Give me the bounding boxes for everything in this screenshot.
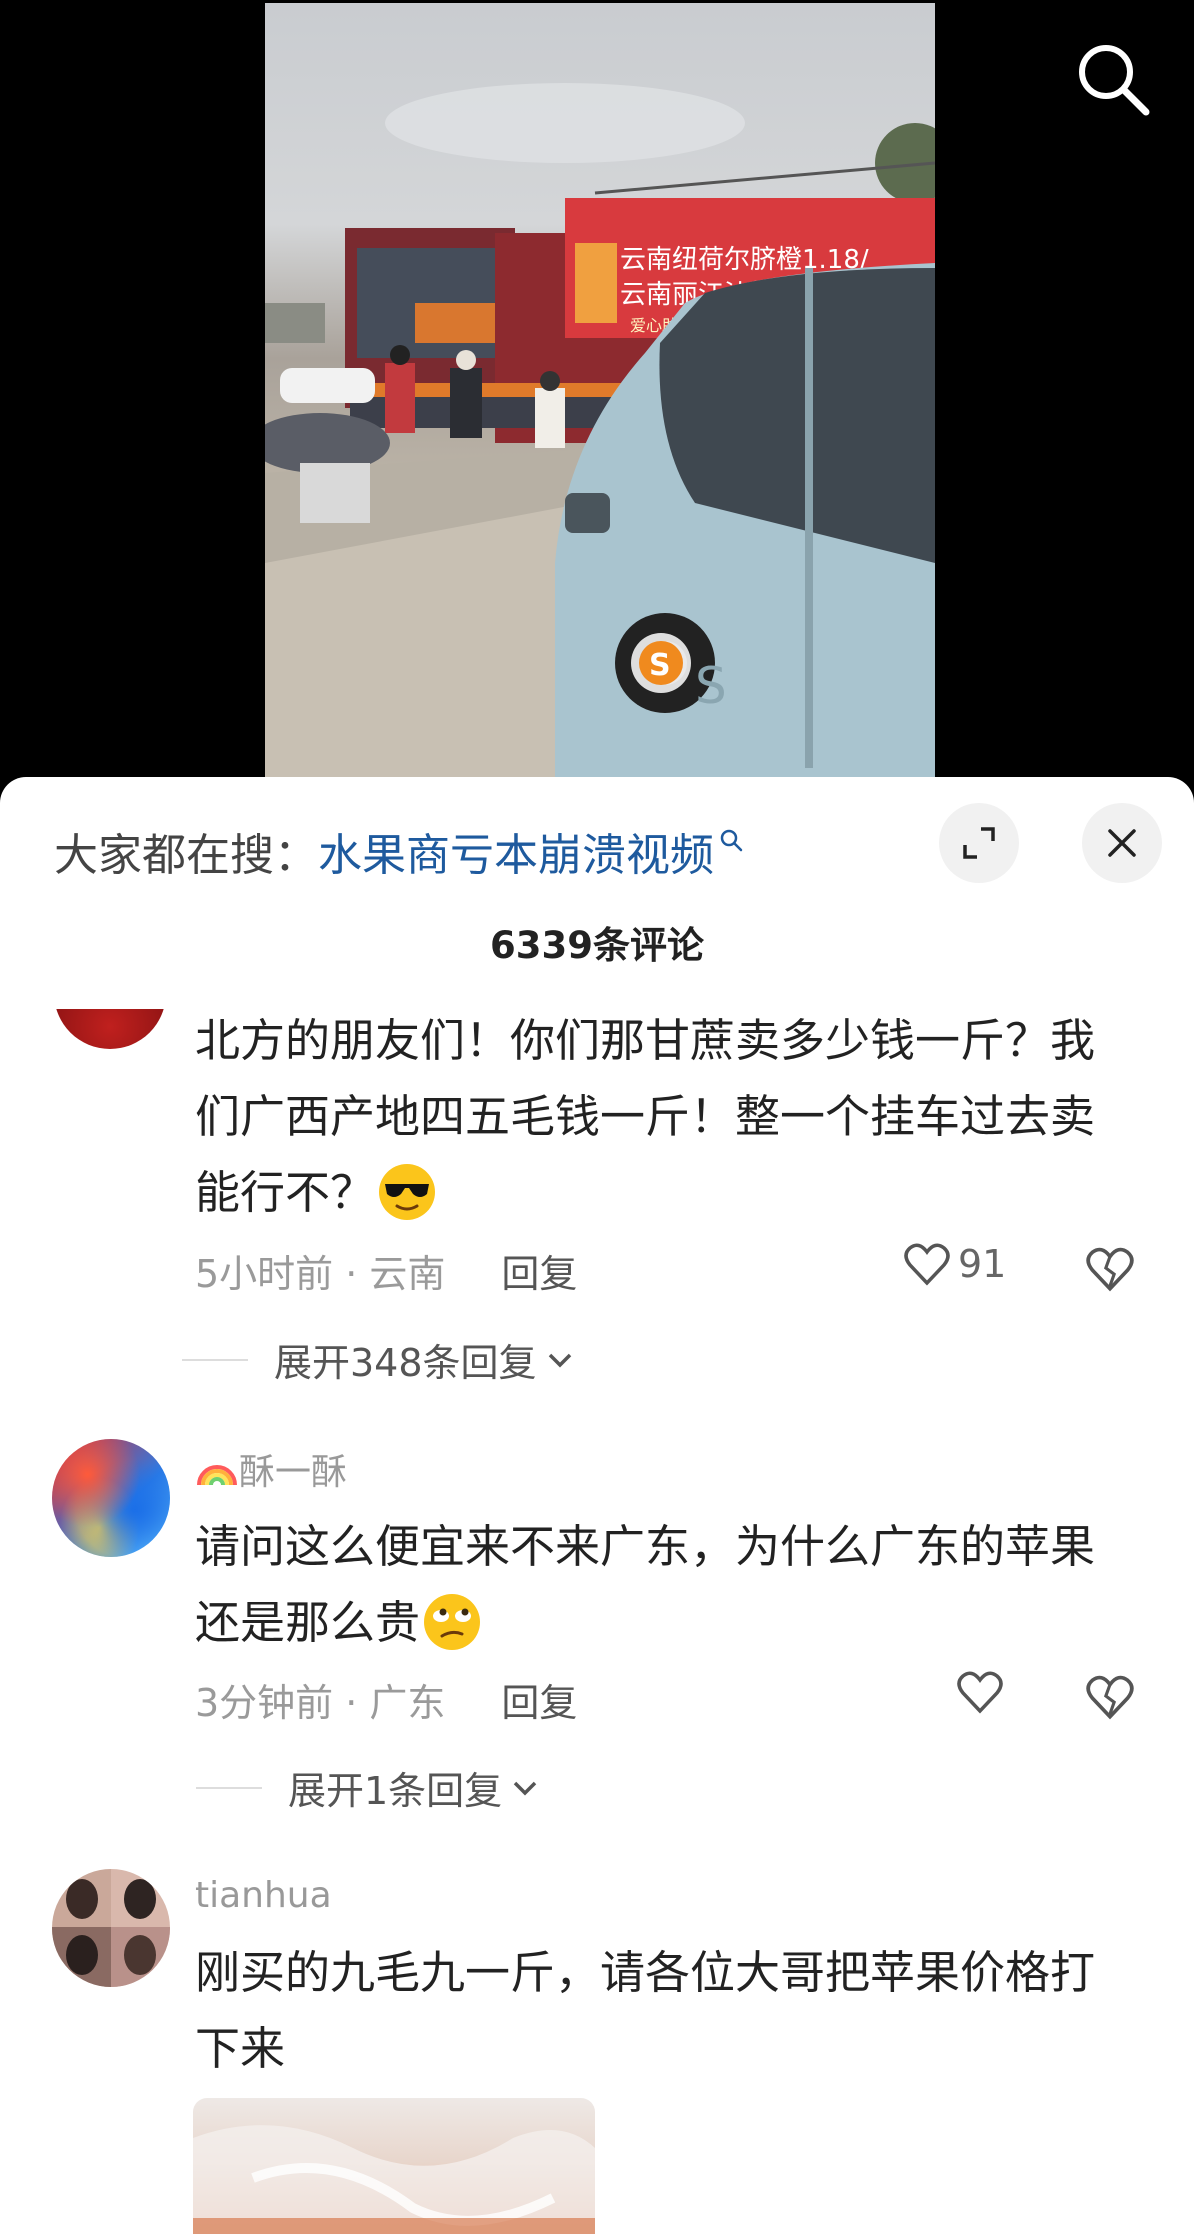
chevron-down-icon	[513, 1781, 537, 1795]
video-player[interactable]: 云南纽荷尔脐橙1.18/ 云南丽江沙糖1.98/ 爱心助农活动	[0, 0, 1194, 800]
plastic-bag-photo	[193, 2125, 595, 2234]
comment-text: 请问这么便宜来不来广东，为什么广东的苹果还是那么贵	[195, 1509, 1125, 1661]
reply-button[interactable]: 回复	[501, 1681, 577, 1725]
cool-sunglasses-emoji	[379, 1164, 436, 1220]
svg-text:S: S	[695, 657, 727, 715]
like-button[interactable]: 91	[902, 1239, 1006, 1289]
comment-time-location: 5小时前 · 云南	[195, 1252, 446, 1296]
close-button[interactable]	[1082, 803, 1162, 883]
search-small-icon	[720, 829, 743, 852]
comment-meta: 3分钟前 · 广东 回复	[195, 1672, 577, 1727]
divider-line	[182, 1358, 248, 1361]
comment-username[interactable]: tianhua	[195, 1875, 332, 1916]
like-count: 91	[958, 1242, 1007, 1286]
video-scene: 云南纽荷尔脐橙1.18/ 云南丽江沙糖1.98/ 爱心助农活动	[265, 83, 935, 793]
comment-username[interactable]: 酥一酥	[195, 1443, 347, 1495]
video-frame[interactable]: 云南纽荷尔脐橙1.18/ 云南丽江沙糖1.98/ 爱心助农活动	[265, 3, 935, 793]
chevron-down-icon	[548, 1353, 571, 1367]
divider-line	[196, 1786, 262, 1789]
expand-icon	[963, 827, 995, 859]
heart-icon	[957, 1671, 1003, 1714]
comment-panel: 大家都在搜： 水果商亏本崩溃视频 6339条评论 北方的朋友们！你们那甘蔗卖多少…	[0, 777, 1194, 2234]
avatar[interactable]	[54, 1009, 166, 1049]
hot-search-bar: 大家都在搜： 水果商亏本崩溃视频	[54, 821, 744, 881]
rainbow-emoji	[197, 1465, 237, 1486]
dislike-broken-heart-icon[interactable]	[1084, 1671, 1136, 1723]
close-icon	[1108, 829, 1136, 857]
expand-replies-label: 展开1条回复	[288, 1769, 503, 1813]
hot-search-term[interactable]: 水果商亏本崩溃视频	[318, 819, 714, 883]
fullscreen-button[interactable]	[939, 803, 1019, 883]
heart-icon	[904, 1243, 950, 1286]
eye-roll-emoji	[424, 1594, 481, 1650]
avatar[interactable]	[52, 1439, 170, 1557]
avatar[interactable]	[52, 1869, 170, 1987]
svg-text:S: S	[649, 648, 671, 683]
hot-search-label: 大家都在搜：	[54, 830, 318, 881]
reply-button[interactable]: 回复	[501, 1252, 577, 1296]
comment-text: 北方的朋友们！你们那甘蔗卖多少钱一斤？我们广西产地四五毛钱一斤！整一个挂车过去卖…	[195, 1003, 1125, 1231]
expand-replies-button[interactable]: 展开1条回复	[196, 1760, 542, 1815]
comment-count: 6339条评论	[490, 924, 704, 967]
comment-time-location: 3分钟前 · 广东	[195, 1681, 446, 1725]
expand-replies-button[interactable]: 展开348条回复	[182, 1332, 577, 1387]
comment-text: 刚买的九毛九一斤，请各位大哥把苹果价格打下来	[195, 1946, 1096, 2075]
dislike-broken-heart-icon[interactable]	[1084, 1243, 1136, 1295]
search-icon[interactable]	[1070, 36, 1154, 120]
comment-meta: 5小时前 · 云南 回复	[195, 1243, 577, 1298]
expand-replies-label: 展开348条回复	[274, 1341, 537, 1385]
like-button[interactable]	[955, 1667, 1005, 1717]
comment-image[interactable]	[193, 2098, 595, 2234]
